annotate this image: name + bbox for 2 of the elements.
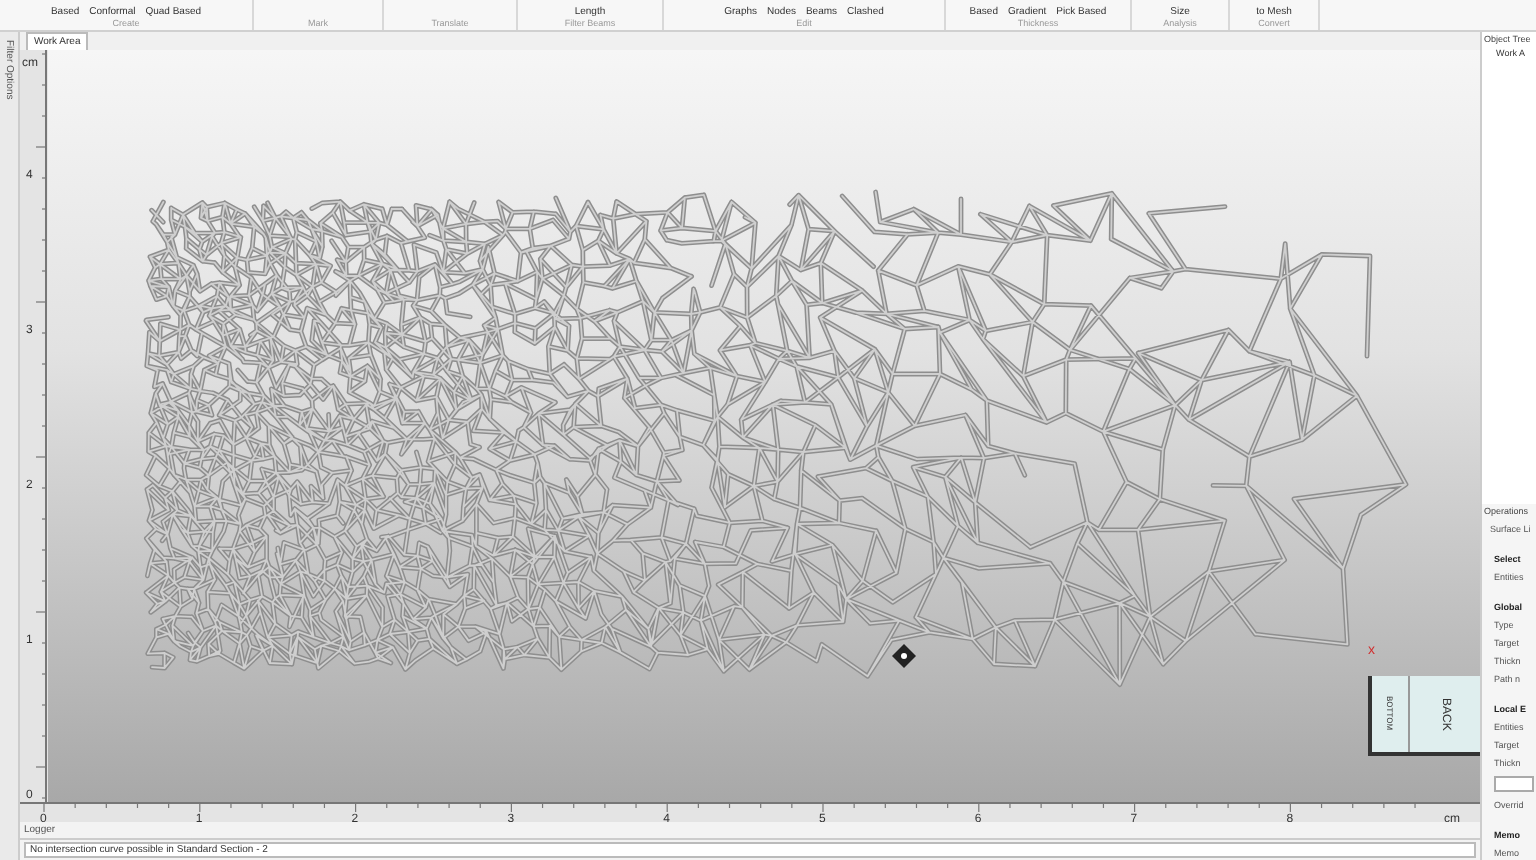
input-field[interactable] bbox=[1494, 776, 1534, 792]
diamond-icon bbox=[891, 644, 916, 668]
